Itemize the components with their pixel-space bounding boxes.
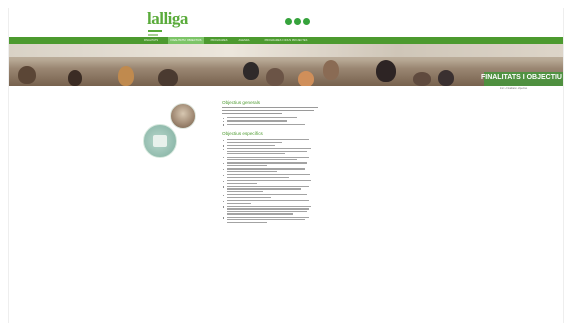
- banner-person: [438, 70, 454, 86]
- banner-person: [118, 66, 134, 86]
- site-logo[interactable]: lalliga: [147, 9, 193, 37]
- nav-item-agenda[interactable]: AGENDA: [235, 37, 253, 44]
- list-item: [222, 205, 322, 215]
- hero-banner: FINALITATS I OBJECTIU: [8, 44, 564, 86]
- general-objectives-heading: Objectius generals: [222, 100, 261, 105]
- youtube-icon[interactable]: [303, 18, 310, 25]
- list-item: [222, 148, 322, 155]
- logo-underline-secondary: [148, 34, 158, 36]
- nav-item-programes-projectes[interactable]: PROGRAMES I NOUS PROJECTES: [256, 37, 316, 44]
- nav-item-finalitats-objectius[interactable]: FINALITATS I OBJECTIUS: [168, 37, 204, 44]
- list-item: [222, 194, 322, 198]
- list-item: [222, 139, 322, 143]
- list-item: [222, 216, 322, 223]
- list-item: [222, 156, 322, 161]
- page-title: FINALITATS I OBJECTIU: [480, 74, 562, 81]
- list-item: [222, 162, 322, 167]
- list-item: [222, 200, 322, 204]
- logo-underline: [148, 30, 162, 32]
- nav-item-programes[interactable]: PROGRAMES: [206, 37, 232, 44]
- photo-detail: [153, 135, 167, 147]
- list-item: [222, 123, 322, 126]
- banner-person: [376, 60, 396, 82]
- twitter-icon[interactable]: [294, 18, 301, 25]
- banner-person: [266, 68, 284, 86]
- logo-text: lalliga: [147, 9, 188, 28]
- breadcrumb: Inici › Finalitats i objectius: [500, 87, 528, 90]
- banner-person: [243, 62, 259, 80]
- list-item: [222, 144, 322, 148]
- specific-objectives-heading: Objectius específics: [222, 131, 263, 137]
- banner-person: [158, 69, 178, 86]
- list-item: [222, 120, 322, 123]
- banner-person: [68, 70, 82, 86]
- banner-wall: [8, 44, 564, 57]
- main-content: Objectius generals Objectius específics: [222, 100, 322, 223]
- banner-person: [413, 72, 431, 86]
- banner-person: [18, 66, 36, 84]
- social-links: [285, 18, 310, 25]
- banner-person: [298, 71, 314, 86]
- list-item: [222, 117, 322, 120]
- list-item: [222, 180, 322, 184]
- nav-item-finalitats[interactable]: FINALITATS: [136, 37, 166, 44]
- list-item: [222, 185, 322, 193]
- page: lalliga FINALITATS FINALITATS I OBJECTIU…: [0, 0, 572, 323]
- main-navigation: FINALITATS FINALITATS I OBJECTIUS PROGRA…: [8, 37, 564, 44]
- banner-person: [323, 60, 339, 80]
- photo-circle-small: [170, 103, 196, 129]
- general-objectives-text: [222, 107, 322, 115]
- list-item: [222, 168, 322, 172]
- list-item: [222, 174, 322, 178]
- general-objectives-list: [222, 117, 322, 126]
- facebook-icon[interactable]: [285, 18, 292, 25]
- specific-objectives-list: [222, 139, 322, 223]
